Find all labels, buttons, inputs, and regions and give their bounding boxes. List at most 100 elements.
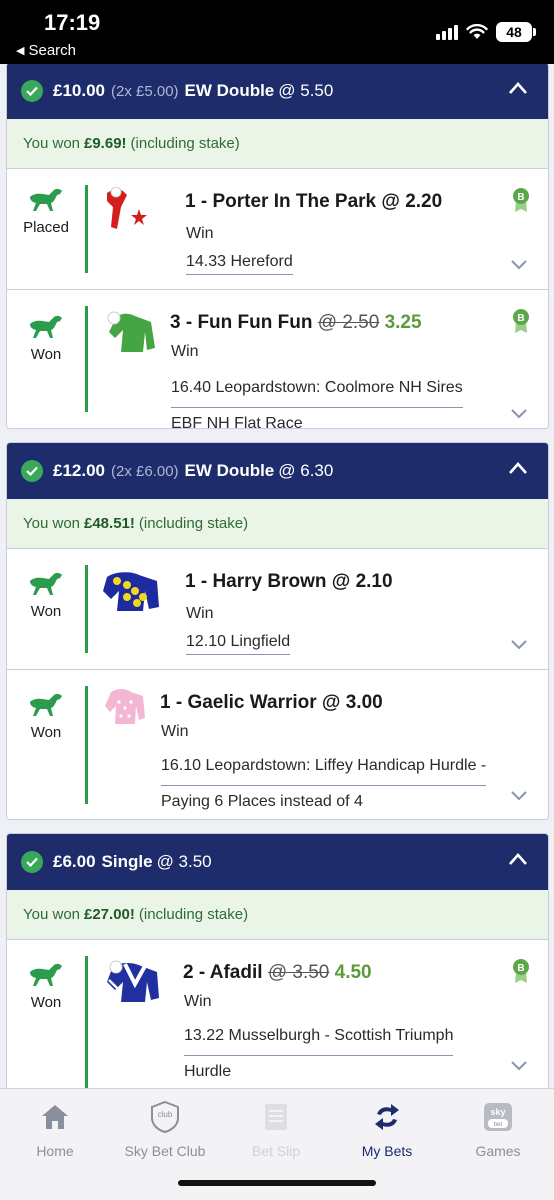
leg-race[interactable]: 13.22 Musselburgh - Scottish Triumph Hurd… [184,1020,454,1088]
svg-text:bet: bet [494,1122,503,1128]
expand-chevron-icon[interactable] [510,408,528,420]
battery-indicator: 48 [496,22,536,42]
wifi-icon [466,24,488,39]
bet-header[interactable]: £12.00 (2x £6.00) EW Double @ 6.30 [7,443,548,499]
leg-selection[interactable]: 2 - Afadil @ 3.50 4.50 [183,962,372,984]
bet-header[interactable]: £6.00 Single @ 3.50 [7,834,548,890]
back-triangle-icon: ◀ [16,45,25,57]
leg-market: Win [186,225,214,242]
bet-split: (2x £5.00) [111,82,179,100]
svg-text:B: B [517,313,524,324]
winnings-banner: You won £9.69! (including stake) [7,119,548,169]
bet-odds: @ 5.50 [278,81,334,100]
result-bar [85,565,88,653]
collapse-chevron-icon[interactable] [508,852,528,866]
best-odds-badge-icon: B [513,188,529,212]
status-bar: 17:19 ◀ Search 48 [0,0,554,64]
bet-split: (2x £6.00) [111,462,179,480]
bet-stake: £6.00 [53,852,96,871]
expand-chevron-icon[interactable] [510,639,528,651]
home-indicator [178,1180,376,1186]
bet-card: £10.00 (2x £5.00) EW Double @ 5.50 You w… [6,64,549,429]
svg-text:B: B [517,192,524,203]
leg-race[interactable]: 14.33 Hereford [186,253,293,275]
won-prefix: You won [23,906,80,923]
settled-check-icon [21,460,43,482]
leg-market: Win [186,605,214,622]
bet-leg: Placed 1 - Porter In The Park @ 2.20 Win… [7,169,548,290]
best-odds-badge-icon: B [513,959,529,983]
bet-leg: Won 1 - Harry Brown @ 2.10 Win 12.10 Lin… [7,549,548,670]
cellular-signal-icon [436,24,458,40]
leg-result-label: Won [30,994,62,1011]
result-bar [85,686,88,804]
bet-stake: £12.00 [53,461,105,480]
tab-home[interactable]: Home [0,1101,110,1159]
leg-result-label: Won [30,724,62,741]
won-horse-icon [30,572,62,595]
leg-race[interactable]: 12.10 Lingfield [186,633,291,655]
refresh-arrows-icon [375,1104,399,1130]
tab-my-bets[interactable]: My Bets [332,1101,442,1159]
bet-type: Single [101,852,153,871]
won-horse-icon [30,693,62,716]
expand-chevron-icon[interactable] [510,790,528,802]
won-amount: £48.51! [84,515,135,532]
back-label: Search [28,42,76,59]
bet-odds: @ 6.30 [278,461,334,480]
won-amount: £9.69! [84,135,127,152]
jockey-silk-icon [106,960,159,1002]
leg-market: Win [161,723,189,740]
placed-horse-icon [30,188,62,211]
leg-result-label: Placed [23,219,69,236]
svg-text:sky: sky [490,1107,505,1117]
tab-bet-slip[interactable]: Bet Slip [221,1101,331,1159]
winnings-banner: You won £48.51! (including stake) [7,499,548,549]
bet-card: £12.00 (2x £6.00) EW Double @ 6.30 You w… [6,442,549,820]
jockey-silk-icon [103,572,159,611]
leg-selection[interactable]: 3 - Fun Fun Fun @ 2.50 3.25 [170,312,422,334]
tab-sky-bet-club[interactable]: club Sky Bet Club [110,1100,220,1159]
leg-result-label: Won [30,603,62,620]
expand-chevron-icon[interactable] [510,1060,528,1072]
bet-leg: Won 1 - Gaelic Warrior @ 3.00 Win 16.10 … [7,670,548,819]
result-bar [85,956,88,1088]
won-prefix: You won [23,135,80,152]
expand-chevron-icon[interactable] [510,259,528,271]
collapse-chevron-icon[interactable] [508,461,528,475]
won-suffix: (including stake) [138,515,249,532]
bet-stake: £10.00 [53,81,105,100]
jockey-silk-icon [107,187,147,229]
won-amount: £27.00! [84,906,135,923]
bet-type: EW Double [184,461,275,480]
best-odds-badge-icon: B [513,309,529,333]
tab-games[interactable]: sky bet Games [443,1101,553,1159]
settled-check-icon [21,80,43,102]
won-prefix: You won [23,515,80,532]
bet-leg: Won 3 - Fun Fun Fun @ 2.50 3.25 Win 16.4… [7,290,548,428]
collapse-chevron-icon[interactable] [508,81,528,95]
leg-race[interactable]: 16.10 Leopardstown: Liffey Handicap Hurd… [161,750,487,819]
won-horse-icon [30,963,62,986]
back-to-search-link[interactable]: ◀ Search [16,42,76,59]
bet-card: £6.00 Single @ 3.50 You won £27.00! (inc… [6,833,549,1088]
my-bets-list[interactable]: £10.00 (2x £5.00) EW Double @ 5.50 You w… [0,64,554,1088]
bet-leg: Won 2 - Afadil @ 3.50 4.50 Win 13.22 Mus… [7,940,548,1088]
jockey-silk-icon [105,689,145,724]
leg-selection[interactable]: 1 - Gaelic Warrior @ 3.00 [160,692,383,714]
leg-market: Win [184,993,212,1010]
skybet-games-icon: sky bet [484,1103,512,1131]
svg-text:club: club [158,1110,173,1119]
result-bar [85,185,88,273]
bet-header[interactable]: £10.00 (2x £5.00) EW Double @ 5.50 [7,64,548,119]
won-suffix: (including stake) [130,135,240,152]
leg-selection[interactable]: 1 - Harry Brown @ 2.10 [185,571,393,593]
won-horse-icon [30,315,62,338]
clock: 17:19 [44,10,101,35]
winnings-banner: You won £27.00! (including stake) [7,890,548,940]
bet-type: EW Double [184,81,275,100]
bet-odds: @ 3.50 [156,852,212,871]
leg-selection[interactable]: 1 - Porter In The Park @ 2.20 [185,191,442,213]
leg-race[interactable]: 16.40 Leopardstown: Coolmore NH Sires EBF… [171,372,463,428]
betslip-icon [265,1104,287,1130]
